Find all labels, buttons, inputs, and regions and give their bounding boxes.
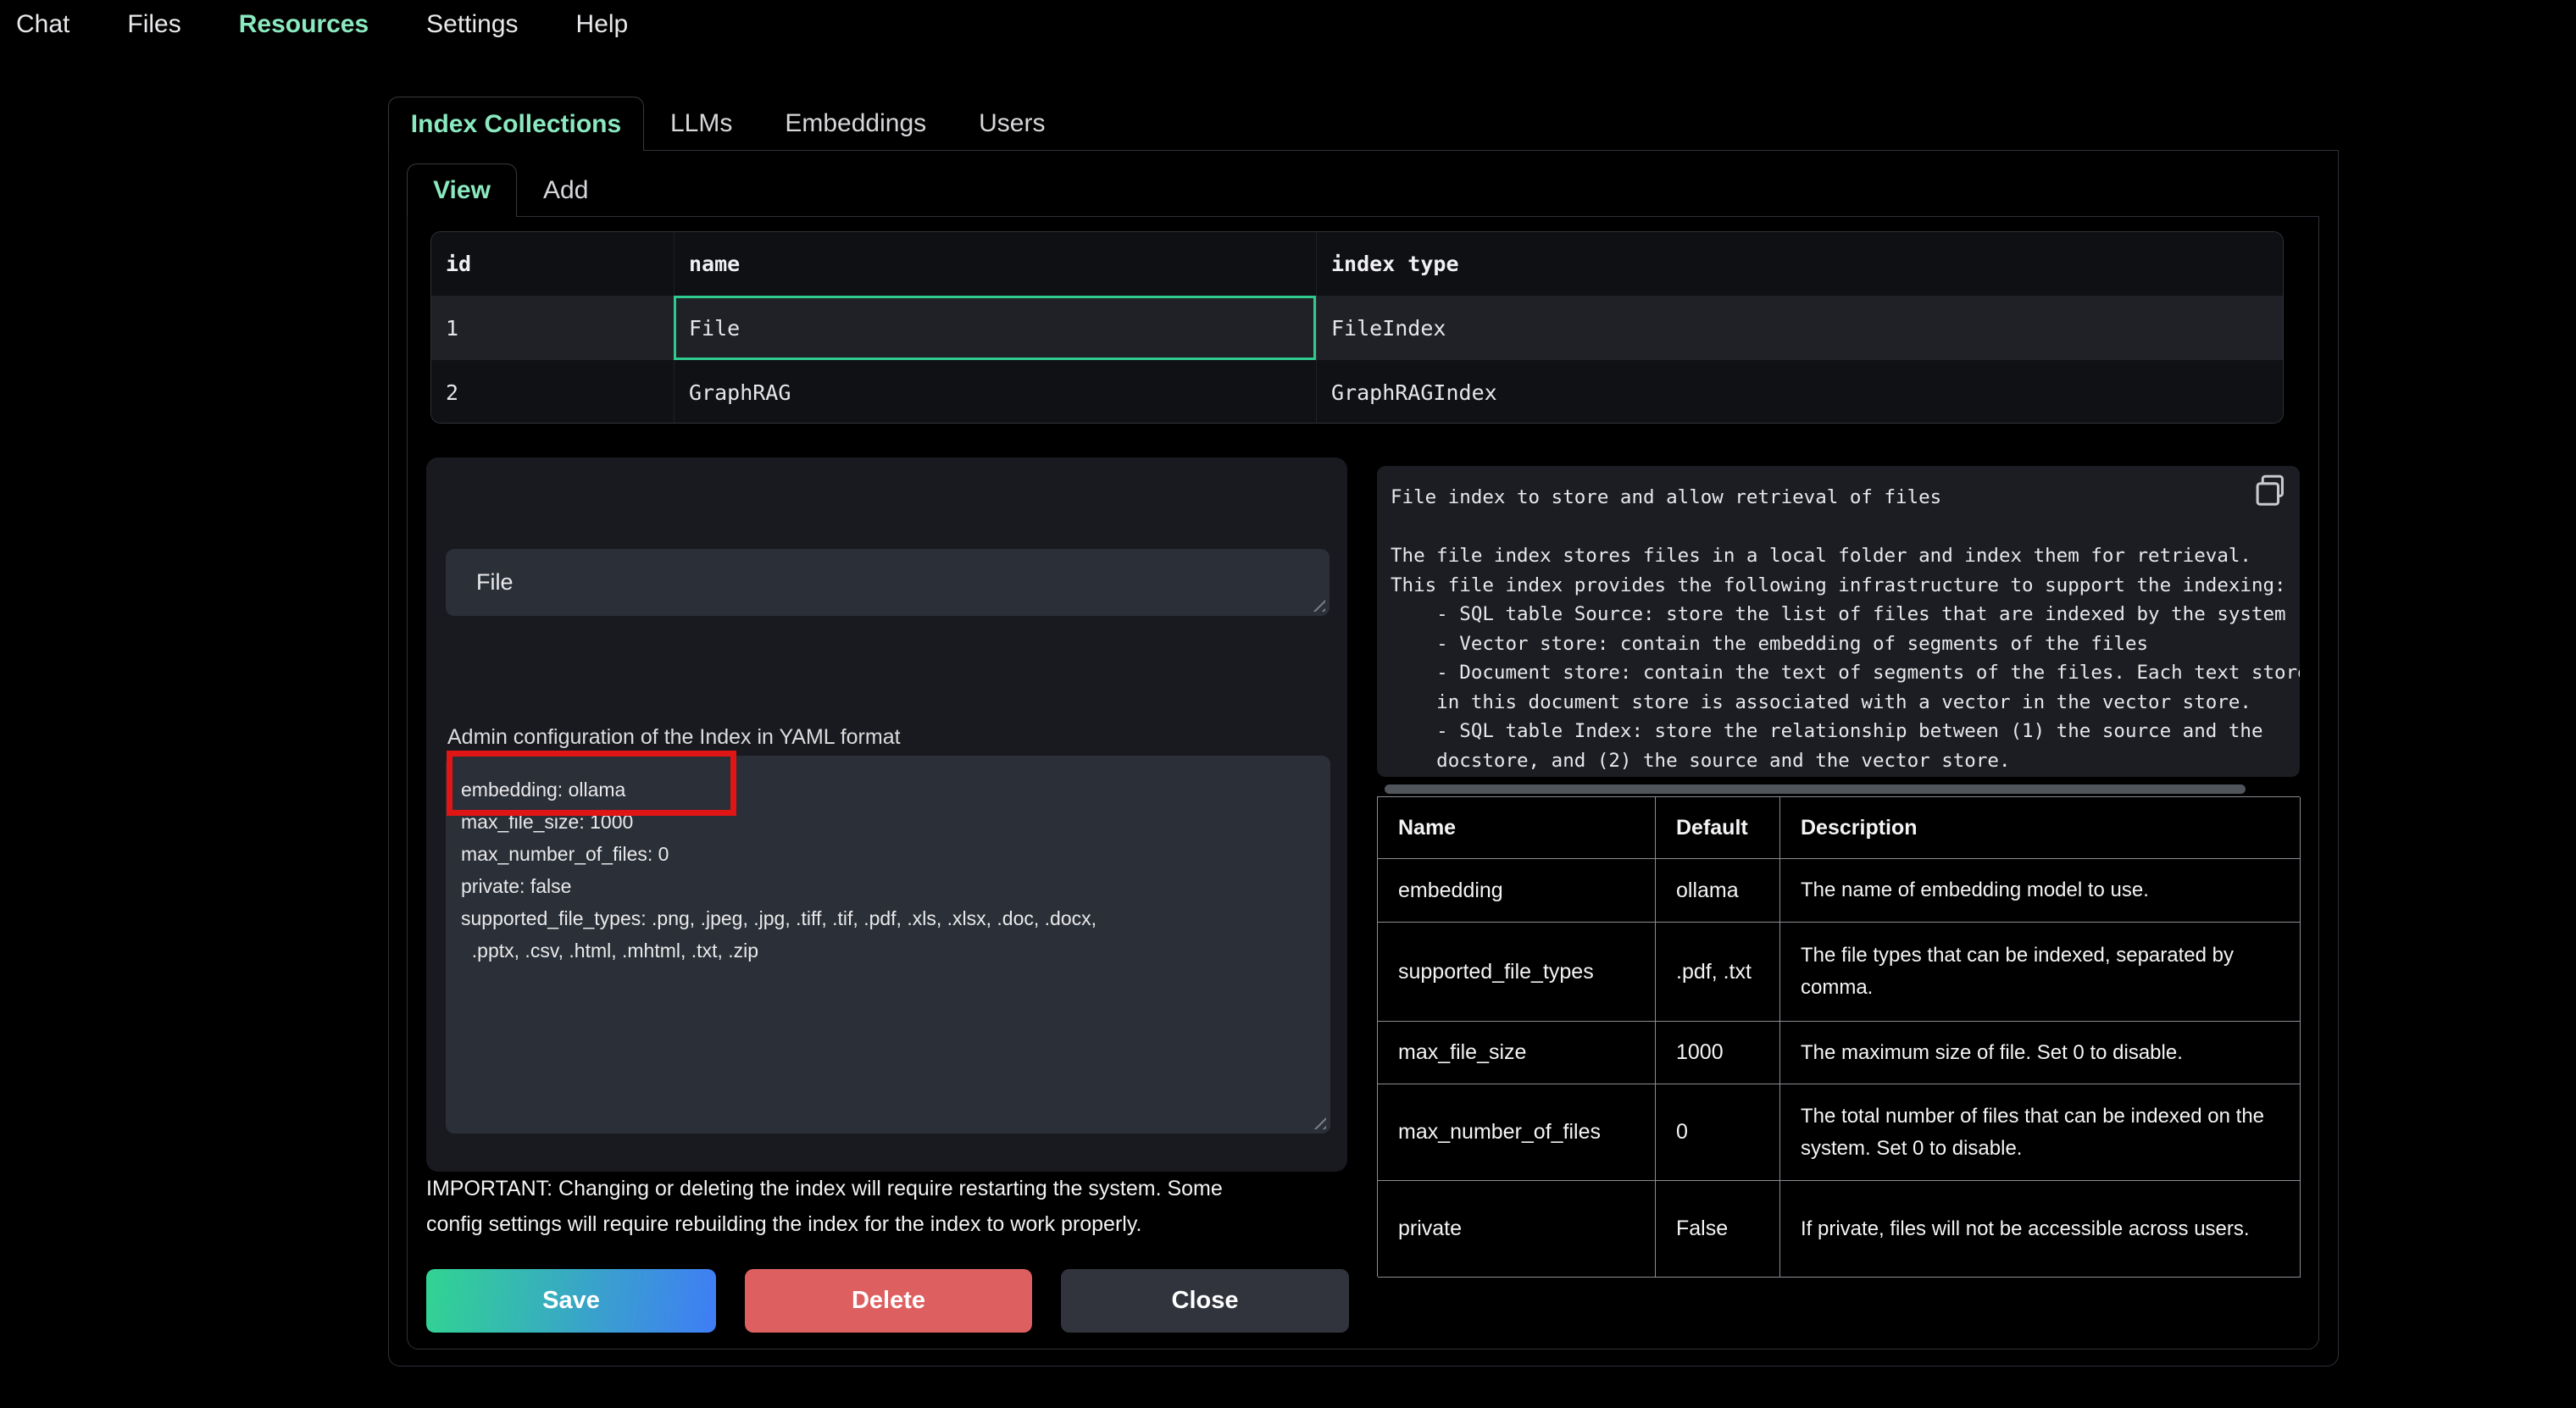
warning-text: IMPORTANT: Changing or deleting the inde… xyxy=(426,1171,1223,1242)
spec-cell-name: max_file_size xyxy=(1378,1022,1656,1084)
top-nav: Chat Files Resources Settings Help xyxy=(16,10,628,39)
nav-item-settings[interactable]: Settings xyxy=(426,10,518,39)
spec-cell-description: The total number of files that can be in… xyxy=(1780,1084,2301,1181)
spec-cell-default: 1000 xyxy=(1656,1022,1780,1084)
yaml-line: .pptx, .csv, .html, .mhtml, .txt, .zip xyxy=(461,934,1315,967)
spec-cell-name: private xyxy=(1378,1181,1656,1278)
index-table-header-index-type: index type xyxy=(1316,232,2284,296)
spec-cell-default: False xyxy=(1656,1181,1780,1278)
tab-llms[interactable]: LLMs xyxy=(644,97,758,151)
resize-grip-icon[interactable] xyxy=(1311,597,1325,612)
table-cell-name-file-selected[interactable]: File xyxy=(674,296,1316,360)
table-cell-type-graphragindex[interactable]: GraphRAGIndex xyxy=(1316,360,2284,424)
spec-header-name: Name xyxy=(1378,797,1656,859)
spec-cell-default: .pdf, .txt xyxy=(1656,923,1780,1022)
app-root: Chat Files Resources Settings Help Index… xyxy=(0,0,2576,1408)
index-config-help-text: Admin configuration of the Index in YAML… xyxy=(447,725,901,750)
spec-header-default: Default xyxy=(1656,797,1780,859)
spec-cell-description: The name of embedding model to use. xyxy=(1780,859,2301,923)
resources-tab-bar: Index Collections LLMs Embeddings Users xyxy=(388,97,1071,151)
spec-cell-description: The maximum size of file. Set 0 to disab… xyxy=(1780,1022,2301,1084)
index-table: id name index type 1 File FileIndex 2 Gr… xyxy=(430,231,2284,424)
spec-header-description: Description xyxy=(1780,797,2301,859)
spec-cell-name: max_number_of_files xyxy=(1378,1084,1656,1181)
nav-item-chat[interactable]: Chat xyxy=(16,10,69,39)
yaml-line: max_number_of_files: 0 xyxy=(461,838,1315,870)
close-button[interactable]: Close xyxy=(1061,1269,1349,1333)
spec-cell-description: The file types that can be indexed, sepa… xyxy=(1780,923,2301,1022)
spec-cell-default: ollama xyxy=(1656,859,1780,923)
spec-cell-description: If private, files will not be accessible… xyxy=(1780,1181,2301,1278)
tab-view[interactable]: View xyxy=(407,164,517,217)
spec-cell-default: 0 xyxy=(1656,1084,1780,1181)
resize-grip-icon[interactable] xyxy=(1312,1115,1326,1129)
table-cell-id-2[interactable]: 2 xyxy=(431,360,674,424)
index-description-panel: File index to store and allow retrieval … xyxy=(1377,466,2300,777)
yaml-line: private: false xyxy=(461,870,1315,902)
index-table-header-name: name xyxy=(674,232,1316,296)
index-description-text: File index to store and allow retrieval … xyxy=(1377,466,2300,775)
table-cell-type-fileindex[interactable]: FileIndex xyxy=(1316,296,2284,360)
tab-index-collections[interactable]: Index Collections xyxy=(388,97,644,151)
tab-users[interactable]: Users xyxy=(952,97,1071,151)
table-cell-name-graphrag[interactable]: GraphRAG xyxy=(674,360,1316,424)
table-cell-id-1[interactable]: 1 xyxy=(431,296,674,360)
horizontal-scrollbar-thumb[interactable] xyxy=(1385,784,2246,794)
save-button[interactable]: Save xyxy=(426,1269,716,1333)
warning-line: IMPORTANT: Changing or deleting the inde… xyxy=(426,1171,1223,1206)
index-name-input[interactable]: File xyxy=(446,549,1330,616)
index-name-value: File xyxy=(476,569,514,596)
tab-add[interactable]: Add xyxy=(517,164,614,217)
view-add-tab-bar: View Add xyxy=(407,164,614,217)
delete-button[interactable]: Delete xyxy=(745,1269,1032,1333)
spec-cell-name: supported_file_types xyxy=(1378,923,1656,1022)
tab-embeddings[interactable]: Embeddings xyxy=(758,97,952,151)
annotation-highlight-box xyxy=(447,751,736,816)
nav-item-resources[interactable]: Resources xyxy=(239,10,369,39)
yaml-line: supported_file_types: .png, .jpeg, .jpg,… xyxy=(461,902,1315,934)
index-table-header-id: id xyxy=(431,232,674,296)
nav-item-files[interactable]: Files xyxy=(127,10,180,39)
copy-icon[interactable] xyxy=(2252,473,2290,510)
spec-cell-name: embedding xyxy=(1378,859,1656,923)
config-spec-table: Name Default Description embedding ollam… xyxy=(1377,796,2300,1277)
warning-line: config settings will require rebuilding … xyxy=(426,1206,1223,1242)
nav-item-help[interactable]: Help xyxy=(576,10,629,39)
